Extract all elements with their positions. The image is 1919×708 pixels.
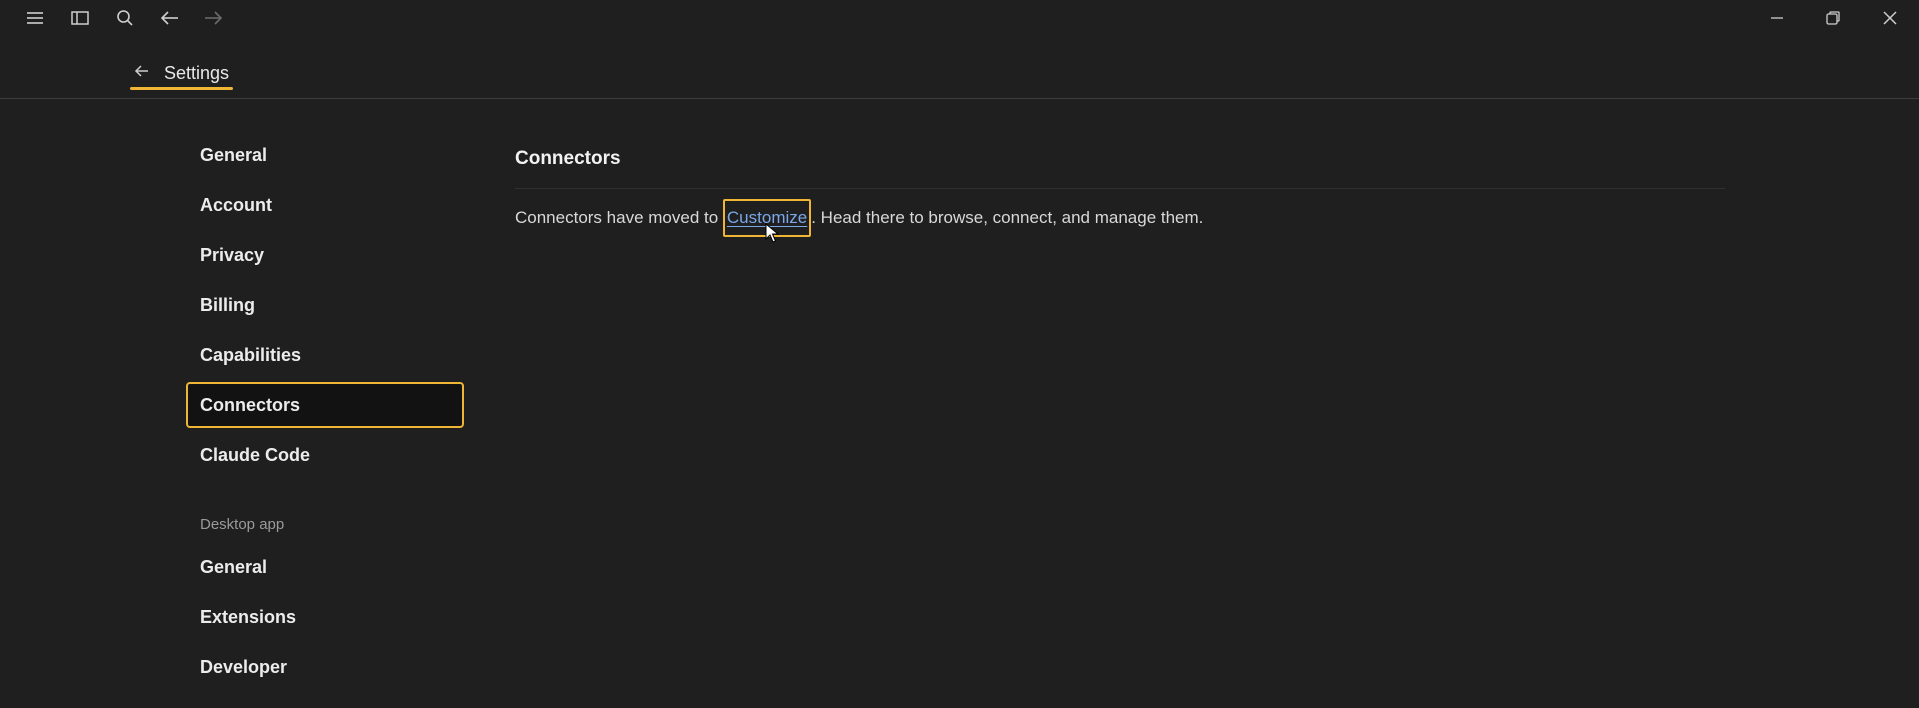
- nav-item-connectors[interactable]: Connectors: [186, 382, 464, 428]
- nav-section-desktop-app: Desktop app: [200, 516, 285, 533]
- sidebar-icon[interactable]: [68, 6, 92, 30]
- minimize-icon[interactable]: [1765, 6, 1789, 30]
- nav-item-developer[interactable]: Developer: [186, 644, 464, 690]
- connectors-panel: Connectors Connectors have moved to Cust…: [515, 140, 1725, 243]
- menu-icon[interactable]: [23, 6, 47, 30]
- back-arrow-icon[interactable]: [158, 6, 182, 30]
- active-tab-indicator: [130, 87, 234, 90]
- restore-icon[interactable]: [1821, 6, 1845, 30]
- section-divider: [515, 188, 1725, 189]
- customize-link-highlight: Customize: [722, 199, 812, 243]
- title-bar: [0, 0, 1919, 36]
- settings-back-tab[interactable]: Settings: [130, 56, 234, 90]
- search-icon[interactable]: [113, 6, 137, 30]
- mouse-cursor-icon: [765, 223, 779, 243]
- message-text-after: . Head there to browse, connect, and man…: [811, 208, 1204, 227]
- nav-item-extensions[interactable]: Extensions: [186, 594, 464, 640]
- message-text-before: Connectors have moved to: [515, 208, 723, 227]
- nav-item-capabilities[interactable]: Capabilities: [186, 332, 464, 378]
- nav-item-general[interactable]: General: [186, 132, 464, 178]
- settings-header: Settings: [0, 36, 1919, 99]
- forward-arrow-icon[interactable]: [201, 6, 225, 30]
- arrow-left-icon: [134, 64, 150, 82]
- nav-item-desktop-general[interactable]: General: [186, 544, 464, 590]
- page-title: Settings: [164, 62, 230, 83]
- nav-item-privacy[interactable]: Privacy: [186, 232, 464, 278]
- nav-item-account[interactable]: Account: [186, 182, 464, 228]
- nav-item-claude-code[interactable]: Claude Code: [186, 432, 464, 478]
- close-icon[interactable]: [1878, 6, 1902, 30]
- connectors-moved-message: Connectors have moved to Customize. Head…: [515, 199, 1725, 243]
- nav-item-billing[interactable]: Billing: [186, 282, 464, 328]
- section-title: Connectors: [515, 148, 621, 169]
